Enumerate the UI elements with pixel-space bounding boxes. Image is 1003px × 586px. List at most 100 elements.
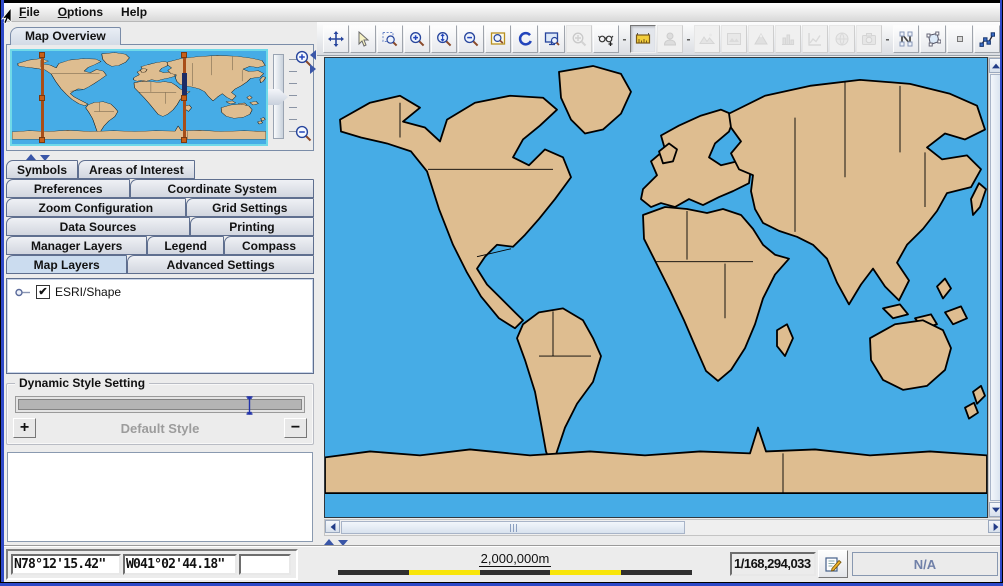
- style-slider-track: [18, 399, 302, 410]
- map-panel: ---: [317, 22, 1003, 545]
- menu-help[interactable]: Help: [112, 3, 156, 21]
- tab-advanced-settings[interactable]: Advanced Settings: [127, 255, 314, 274]
- zoom-window-tool-button[interactable]: [485, 24, 511, 53]
- map-overview-panel: [6, 44, 314, 151]
- map-layers-tree: ✔ ESRI/Shape: [6, 278, 314, 374]
- extra-coordinate-field[interactable]: [239, 554, 291, 575]
- style-slider[interactable]: [15, 396, 305, 415]
- selection-handle[interactable]: [181, 52, 187, 58]
- splitter-collapse-left-button[interactable]: [310, 50, 316, 60]
- tab-zoom-configuration[interactable]: Zoom Configuration: [6, 198, 186, 217]
- tree-expander-icon[interactable]: [15, 288, 31, 297]
- node-edit-tool-button[interactable]: [893, 24, 919, 53]
- scale-bar-segment: [338, 570, 409, 575]
- tab-data-sources[interactable]: Data Sources: [6, 217, 190, 236]
- menu-bar: File Options Help: [4, 3, 1000, 22]
- tab-grid-settings[interactable]: Grid Settings: [185, 198, 314, 217]
- world-map[interactable]: [325, 58, 987, 517]
- point-tool-button[interactable]: [947, 24, 973, 53]
- tab-areas-of-interest[interactable]: Areas of Interest: [78, 160, 195, 179]
- application-window: File Options Help Map Overview Symbols A…: [0, 0, 1003, 586]
- refresh-tool-button[interactable]: [512, 24, 538, 53]
- tree-row: ✔ ESRI/Shape: [7, 279, 313, 299]
- selection-handle[interactable]: [39, 52, 45, 58]
- tab-manager-layers[interactable]: Manager Layers: [6, 236, 148, 255]
- layer-label[interactable]: ESRI/Shape: [55, 285, 121, 299]
- selection-handle[interactable]: [39, 137, 45, 143]
- tab-map-overview[interactable]: Map Overview: [10, 27, 121, 45]
- tracking-tool-button: [657, 24, 683, 53]
- glasses-plus-icon: [598, 31, 614, 47]
- selection-handle[interactable]: [181, 137, 187, 143]
- magnifier-view-tool-button[interactable]: [593, 24, 619, 53]
- image-layer-tool-button: [721, 24, 747, 53]
- zoom-scale-tool-button[interactable]: [431, 24, 457, 53]
- latitude-field[interactable]: N78°12'15.42": [11, 554, 121, 575]
- slider-tick: [289, 95, 297, 96]
- zoom-in-icon: [409, 31, 425, 47]
- sidebar: Map Overview Symbols Areas of Interest P…: [4, 22, 317, 545]
- overview-zoom-slider-thumb[interactable]: [268, 89, 288, 105]
- tab-preferences[interactable]: Preferences: [6, 179, 131, 198]
- style-remove-button[interactable]: −: [284, 418, 307, 438]
- menu-options[interactable]: Options: [49, 3, 112, 21]
- scale-bar-panel: 2,000,000m: [300, 549, 730, 580]
- zoom-in-tool-button[interactable]: [404, 24, 430, 53]
- polyline-tool-button[interactable]: [974, 24, 1000, 53]
- menu-file[interactable]: File: [10, 3, 49, 21]
- scale-bar-segment: [479, 570, 551, 575]
- tab-symbols[interactable]: Symbols: [6, 160, 79, 179]
- terrain-layer-tool-button: [748, 24, 774, 53]
- zoom-window-icon: [490, 31, 506, 47]
- main-area: Map Overview Symbols Areas of Interest P…: [4, 22, 1003, 546]
- pan-tool-button[interactable]: [323, 24, 349, 53]
- splitter-collapse-right-button[interactable]: [310, 64, 316, 74]
- pan-icon: [328, 30, 344, 47]
- slider-tick: [289, 83, 297, 84]
- overview-map-thumbnail[interactable]: [10, 49, 268, 146]
- map-toolbar: ---: [317, 22, 1000, 56]
- zoom-out-tool-button[interactable]: [458, 24, 484, 53]
- screen-query-icon: [544, 31, 560, 47]
- selection-handle[interactable]: [39, 95, 45, 101]
- style-list-panel[interactable]: [7, 452, 313, 542]
- horizontal-scroll-thumb[interactable]: [341, 521, 685, 534]
- n-edit-icon: [898, 31, 914, 47]
- screen-query-tool-button[interactable]: [539, 24, 565, 53]
- edit-scale-button[interactable]: [818, 550, 848, 578]
- tab-legend[interactable]: Legend: [147, 236, 224, 255]
- scroll-left-button[interactable]: [325, 520, 340, 533]
- tab-printing[interactable]: Printing: [189, 217, 314, 236]
- overview-selection-right-edge[interactable]: [181, 52, 187, 143]
- layer-checkbox[interactable]: ✔: [36, 285, 50, 299]
- tab-map-layers[interactable]: Map Layers: [6, 255, 128, 274]
- polygon-icon: [925, 31, 941, 47]
- overview-zoom-out-icon[interactable]: [295, 125, 312, 142]
- zoom-area-icon: [382, 31, 398, 47]
- camera-icon: [861, 31, 877, 47]
- histogram-tool-button: [775, 24, 801, 53]
- map-horizontal-scrollbar[interactable]: [324, 519, 1003, 536]
- slider-tick: [289, 71, 297, 72]
- window-border-left: [0, 0, 4, 586]
- selection-drag-bar[interactable]: [182, 72, 187, 98]
- settings-tab-stack: Symbols Areas of Interest Preferences Coord…: [6, 160, 314, 274]
- tab-coordinate-system[interactable]: Coordinate System: [130, 179, 314, 198]
- slider-tick: [289, 119, 297, 120]
- polygon-tool-button[interactable]: [920, 24, 946, 53]
- person-icon: [662, 31, 678, 47]
- toolbar-separator: -: [622, 31, 627, 46]
- select-tool-button[interactable]: [350, 24, 376, 53]
- text-cursor-icon: [246, 396, 253, 415]
- scale-ratio-field[interactable]: 1/168,294,033: [730, 552, 816, 576]
- overview-selection-left-edge[interactable]: [39, 52, 45, 143]
- scale-bar-segment: [408, 570, 480, 575]
- longitude-field[interactable]: W041°02'44.18": [123, 554, 237, 575]
- refresh-icon: [517, 31, 533, 47]
- map-viewport[interactable]: [324, 57, 988, 518]
- zoom-area-tool-button[interactable]: [377, 24, 403, 53]
- tab-compass[interactable]: Compass: [224, 236, 314, 255]
- measure-tool-button[interactable]: [630, 24, 656, 53]
- line-chart-icon: [807, 31, 823, 47]
- selection-handle[interactable]: [181, 95, 187, 101]
